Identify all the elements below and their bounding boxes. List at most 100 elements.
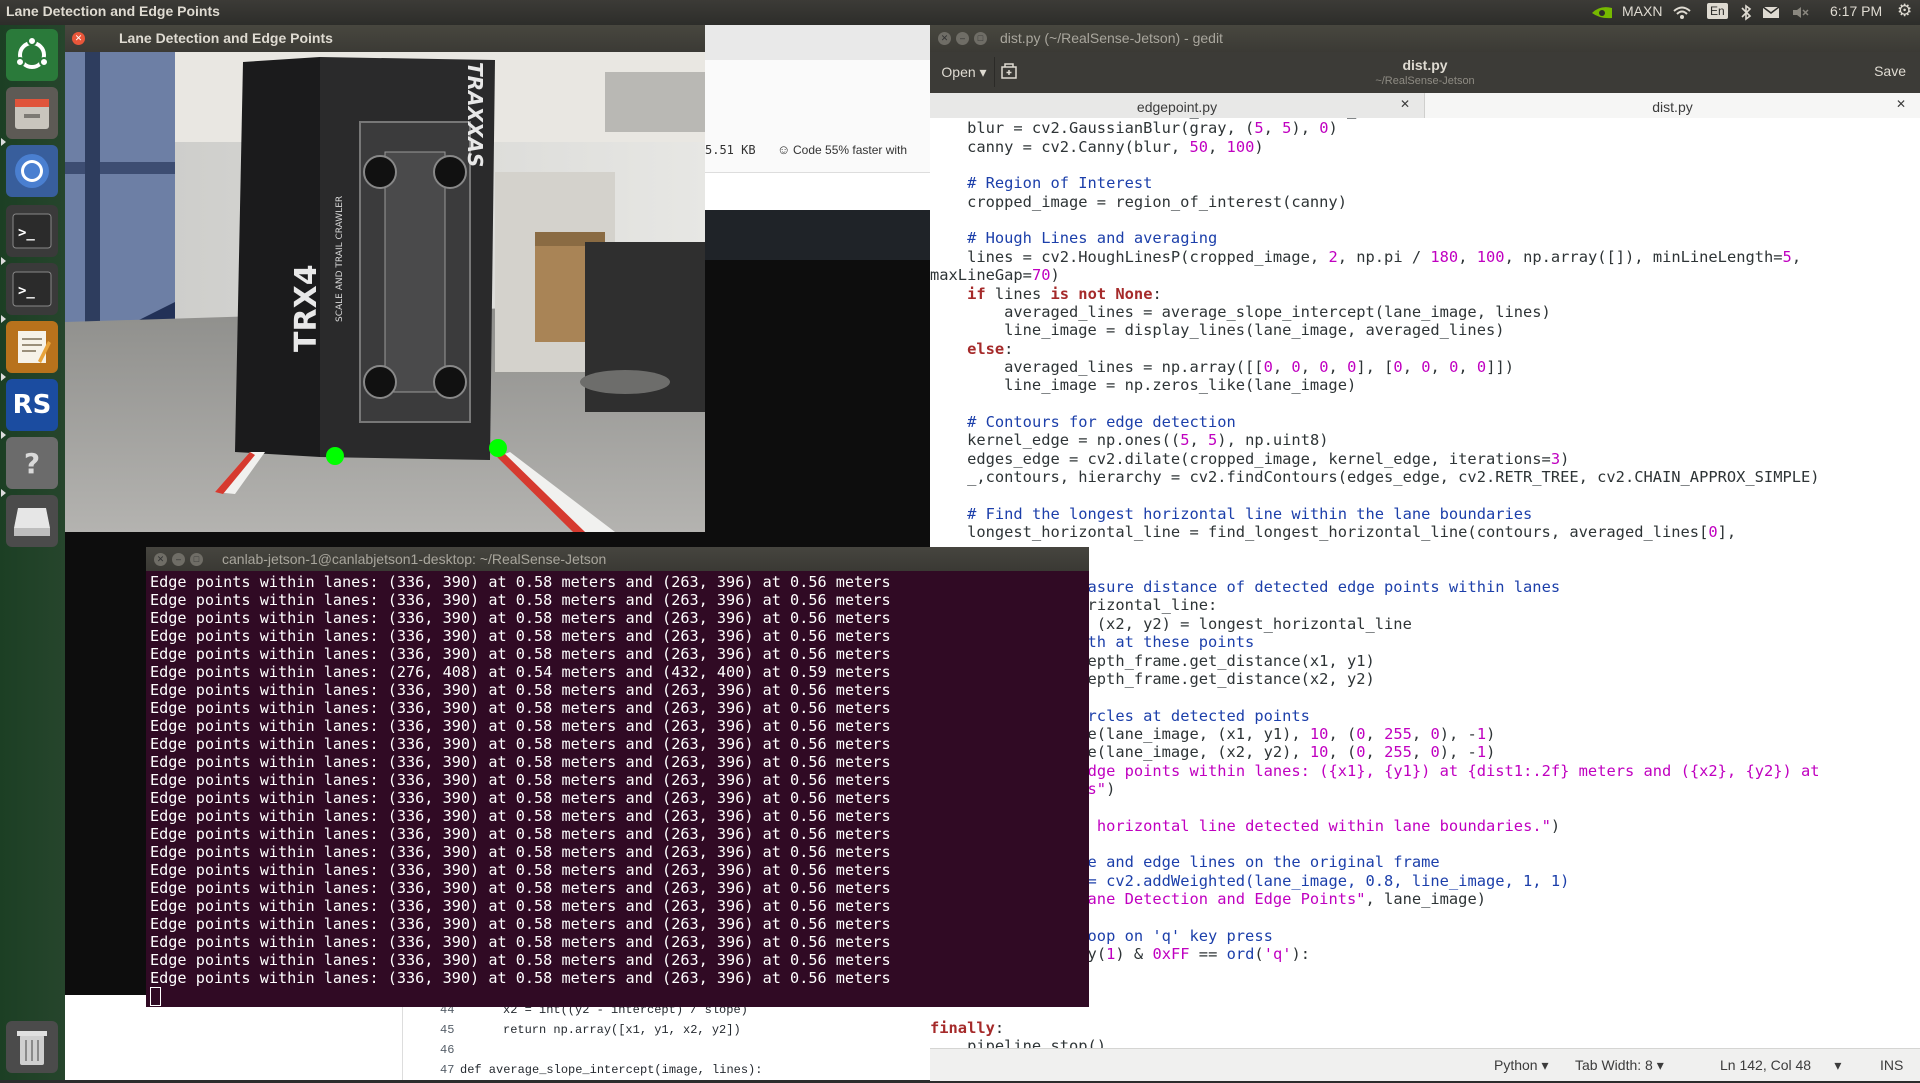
line-number: 47	[440, 1063, 455, 1077]
code-line: # Region of Interest	[967, 174, 1153, 193]
terminal-line: Edge points within lanes: (336, 390) at …	[150, 609, 891, 627]
svg-text:>_: >_	[18, 225, 35, 241]
terminal-line: Edge points within lanes: (336, 390) at …	[150, 933, 891, 951]
terminal-line: Edge points within lanes: (336, 390) at …	[150, 735, 891, 753]
terminal-window: ✕ – □ canlab-jetson-1@canlabjetson1-desk…	[146, 547, 1089, 1007]
cursor-position[interactable]: Ln 142, Col 48 ▾	[1720, 1057, 1841, 1074]
terminal-line: Edge points within lanes: (336, 390) at …	[150, 591, 891, 609]
nvidia-icon[interactable]	[1590, 5, 1614, 20]
code-line: longest_horizontal_line = find_longest_h…	[930, 523, 1737, 542]
terminal-output[interactable]: Edge points within lanes: (336, 390) at …	[146, 571, 1089, 1007]
code-line: def average_slope_intercept(image, lines…	[460, 1063, 763, 1077]
clock[interactable]: 6:17 PM	[1830, 3, 1882, 19]
code-line: finally:	[930, 1018, 1005, 1037]
header-path: ~/RealSense-Jetson	[1375, 75, 1475, 87]
top-panel: Lane Detection and Edge Points MAXN En 6…	[0, 0, 1920, 25]
minimize-button[interactable]: –	[172, 553, 185, 566]
new-tab-icon[interactable]	[1000, 62, 1022, 82]
ubuntu-logo-icon[interactable]	[6, 29, 58, 81]
window-title: canlab-jetson-1@canlabjetson1-desktop: ~…	[222, 551, 607, 567]
gedit-titlebar[interactable]: ✕ – □ dist.py (~/RealSense-Jetson) - ged…	[930, 25, 1920, 52]
drive-icon[interactable]	[6, 495, 58, 547]
wifi-icon[interactable]	[1673, 5, 1691, 24]
save-button[interactable]: Save	[1874, 63, 1906, 79]
terminal-line: Edge points within lanes: (336, 390) at …	[150, 951, 891, 969]
settings-gear-icon[interactable]: ⚙	[1897, 3, 1912, 20]
insert-mode: INS	[1880, 1057, 1904, 1073]
close-button[interactable]: ✕	[938, 32, 951, 45]
code-line: # Find the longest horizontal line withi…	[967, 504, 1533, 523]
code-line: edges_edge = cv2.dilate(cropped_image, k…	[930, 449, 1570, 468]
terminal-icon[interactable]: >_	[6, 205, 58, 257]
code-line: line_image = display_lines(lane_image, a…	[930, 321, 1505, 340]
code-line: # Contours for edge detection	[967, 412, 1236, 431]
detected-point-right	[489, 439, 507, 457]
copilot-badge[interactable]: Code 55% faster with	[793, 143, 907, 157]
code-line: blur = cv2.GaussianBlur(gray, (5, 5), 0)	[930, 119, 1338, 138]
text-editor-icon[interactable]	[6, 321, 58, 373]
code-line: averaged_lines = average_slope_intercept…	[930, 302, 1551, 321]
close-button[interactable]: ✕	[154, 553, 167, 566]
tab-close-icon[interactable]: ✕	[1896, 97, 1906, 111]
open-button[interactable]: Open ▾	[934, 57, 995, 87]
code-line: else:	[967, 339, 1014, 358]
files-icon[interactable]	[6, 87, 58, 139]
realsense-viewer-icon[interactable]: RS	[6, 379, 58, 431]
trash-icon[interactable]	[6, 1021, 58, 1073]
minimize-button[interactable]: –	[956, 32, 969, 45]
code-line: return np.array([x1, y1, x2, y2])	[503, 1023, 741, 1037]
lane-titlebar[interactable]: ✕ Lane Detection and Edge Points	[65, 25, 705, 52]
terminal-line: Edge points within lanes: (336, 390) at …	[150, 717, 891, 735]
svg-text:>_: >_	[18, 283, 35, 299]
tab-edgepoint[interactable]: edgepoint.py ✕	[930, 93, 1425, 119]
tab-width-selector[interactable]: Tab Width: 8 ▾	[1575, 1057, 1664, 1074]
power-mode-label[interactable]: MAXN	[1622, 3, 1662, 19]
box-subtitle-text: SCALE AND TRAIL CRAWLER	[335, 195, 345, 322]
volume-muted-icon[interactable]	[1792, 6, 1810, 23]
detected-point-left	[326, 447, 344, 465]
launcher: >_ >_ RS ?	[0, 25, 66, 1080]
code-line: lines = cv2.HoughLinesP(cropped_image, 2…	[930, 247, 1802, 266]
terminal-line: Edge points within lanes: (276, 408) at …	[150, 663, 891, 681]
terminal-titlebar[interactable]: ✕ – □ canlab-jetson-1@canlabjetson1-desk…	[146, 547, 1089, 571]
mail-icon[interactable]	[1762, 6, 1780, 23]
terminal-line: Edge points within lanes: (336, 390) at …	[150, 645, 891, 663]
maximize-button[interactable]: □	[190, 553, 203, 566]
line-number: 46	[440, 1043, 455, 1057]
help-icon[interactable]: ?	[6, 437, 58, 489]
terminal-line: Edge points within lanes: (336, 390) at …	[150, 753, 891, 771]
terminal-line: Edge points within lanes: (336, 390) at …	[150, 843, 891, 861]
code-line: canny = cv2.Canny(blur, 50, 100)	[930, 137, 1264, 156]
window-title: dist.py (~/RealSense-Jetson) - gedit	[1000, 30, 1223, 46]
bluetooth-icon[interactable]	[1740, 4, 1752, 25]
file-size-label: 5.51 KB	[705, 143, 756, 157]
box-traxxas-text: TRAXXAS	[463, 62, 487, 168]
tab-dist[interactable]: dist.py ✕	[1425, 93, 1920, 119]
gedit-headerbar: Open ▾ dist.py ~/RealSense-Jetson Save	[930, 52, 1920, 93]
language-selector[interactable]: Python ▾	[1494, 1057, 1549, 1074]
code-line: if lines is not None:	[967, 284, 1162, 303]
header-filename: dist.py	[1402, 57, 1448, 73]
code-line: cropped_image = region_of_interest(canny…	[930, 192, 1347, 211]
gedit-statusbar: Python ▾ Tab Width: 8 ▾ Ln 142, Col 48 ▾…	[930, 1048, 1920, 1081]
chromium-icon[interactable]	[6, 145, 58, 197]
terminal-icon[interactable]: >_	[6, 263, 58, 315]
code-line: pipeline.stop()	[930, 1036, 1107, 1048]
tab-close-icon[interactable]: ✕	[1400, 97, 1410, 111]
copilot-icon: ☺	[777, 142, 791, 157]
terminal-cursor	[150, 987, 161, 1006]
window-title: Lane Detection and Edge Points	[119, 30, 333, 46]
line-number: 45	[440, 1023, 455, 1037]
terminal-line: Edge points within lanes: (336, 390) at …	[150, 915, 891, 933]
code-line: _,contours, hierarchy = cv2.findContours…	[930, 468, 1820, 486]
terminal-line: Edge points within lanes: (336, 390) at …	[150, 807, 891, 825]
code-line: maxLineGap=70)	[930, 266, 1060, 285]
camera-feed: TRX4 SCALE AND TRAIL CRAWLER TRAXXAS	[65, 52, 705, 532]
tab-bar: edgepoint.py ✕ dist.py ✕	[930, 93, 1920, 120]
keyboard-layout-indicator[interactable]: En	[1707, 3, 1728, 19]
terminal-line: Edge points within lanes: (336, 390) at …	[150, 771, 891, 789]
terminal-line: Edge points within lanes: (336, 390) at …	[150, 627, 891, 645]
close-button[interactable]: ✕	[72, 32, 85, 45]
maximize-button[interactable]: □	[974, 32, 987, 45]
terminal-line: Edge points within lanes: (336, 390) at …	[150, 969, 891, 987]
